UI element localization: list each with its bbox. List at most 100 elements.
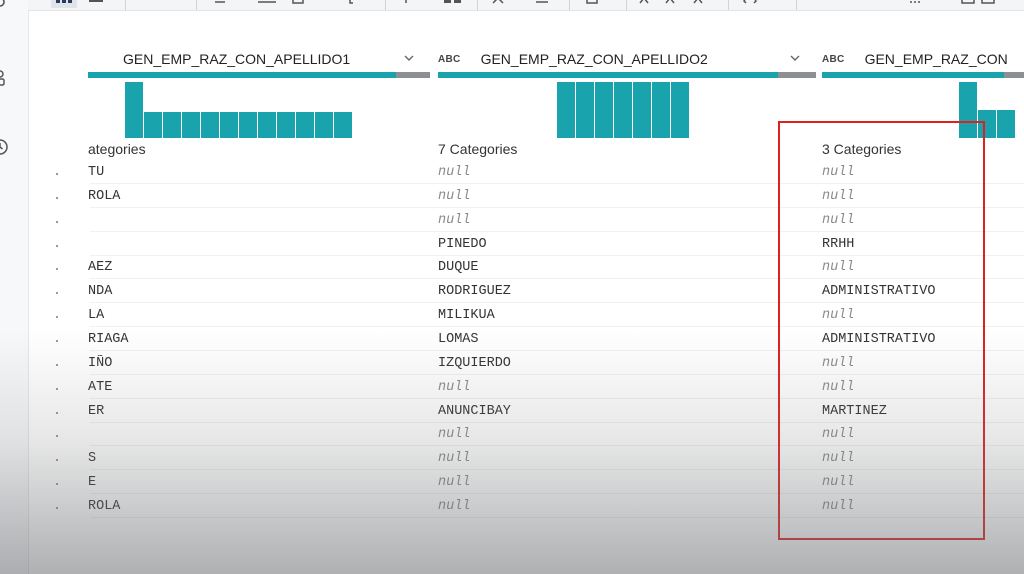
insert-icon[interactable] [398,0,414,8]
table-cell[interactable]: ATE [88,379,420,397]
table-cell[interactable] [88,236,420,254]
share-icon[interactable] [0,70,8,86]
category-histogram[interactable] [124,82,352,138]
export-icon[interactable] [584,0,600,8]
histogram-bar[interactable] [613,82,632,138]
list-view-icon[interactable] [88,0,104,8]
table-row[interactable]: RIAGA LOMAS ADMINISTRATIVO [30,327,1024,351]
history-icon[interactable] [0,139,8,155]
histogram-bar[interactable] [181,112,200,138]
histogram-bar[interactable] [314,112,333,138]
table-cell[interactable]: MILIKUA [438,307,806,325]
table-cell[interactable]: PINEDO [438,236,806,254]
column-header[interactable]: GEN_EMP_RAZ_CON_APELLIDO1 [88,44,430,74]
transform-icon[interactable] [490,0,506,8]
category-histogram[interactable] [958,82,1015,138]
table-cell[interactable] [88,426,420,444]
table-cell[interactable]: null [438,426,806,444]
category-histogram[interactable] [556,82,689,138]
table-row[interactable]: IÑO IZQUIERDO null [30,351,1024,375]
histogram-bar[interactable] [295,112,314,138]
table-cell[interactable]: null [822,188,1014,206]
histogram-bar[interactable] [958,82,977,138]
columns-icon[interactable] [442,0,464,8]
table-row[interactable]: AEZ DUQUE null [30,255,1024,280]
histogram-bar[interactable] [594,82,613,138]
save-icon[interactable] [290,0,306,8]
table-cell[interactable]: DUQUE [438,259,806,277]
table-cell[interactable]: null [822,379,1014,397]
table-cell[interactable]: RRHH [822,236,1014,254]
table-cell[interactable] [88,212,420,230]
histogram-bar[interactable] [575,82,594,138]
histogram-bar[interactable] [238,112,257,138]
table-cell[interactable]: null [438,188,806,206]
histogram-bar[interactable] [162,112,181,138]
histogram-bar[interactable] [333,112,352,138]
filter-icon[interactable] [534,0,550,8]
table-cell[interactable]: NDA [88,283,420,301]
table-cell[interactable]: LOMAS [438,331,806,349]
histogram-bar[interactable] [556,82,575,138]
histogram-bar[interactable] [143,112,162,138]
table-cell[interactable]: null [438,474,806,492]
column-header[interactable]: ABC GEN_EMP_RAZ_CON_APELLIDO2 [438,44,816,74]
code-icon[interactable] [742,0,758,8]
table-cell[interactable]: E [88,474,420,492]
settings-icon[interactable] [0,0,8,10]
table-cell[interactable]: null [822,450,1014,468]
table-row[interactable]: ATE null null [30,375,1024,399]
histogram-bar[interactable] [124,82,143,138]
chevron-down-icon[interactable] [788,51,802,65]
table-row[interactable]: Enull null [30,470,1024,495]
table-cell[interactable]: RODRIGUEZ [438,283,806,301]
table-row[interactable]: ER ANUNCIBAY MARTINEZ [30,399,1024,423]
histogram-bar[interactable] [200,112,219,138]
table-cell[interactable]: null [822,474,1014,492]
table-cell[interactable]: null [822,212,1014,230]
histogram-bar[interactable] [276,112,295,138]
column-header[interactable]: ABC GEN_EMP_RAZ_CON [822,44,1024,74]
table-cell[interactable]: MARTINEZ [822,403,1014,421]
table-cell[interactable]: LA [88,307,420,325]
table-cell[interactable]: ER [88,403,420,421]
histogram-bar[interactable] [996,110,1015,138]
table-cell[interactable]: AEZ [88,259,420,277]
undo-icon[interactable] [212,0,228,8]
table-row[interactable]: LA MILIKUA null [30,303,1024,328]
histogram-bar[interactable] [632,82,651,138]
table-cell[interactable]: null [822,426,1014,444]
bracket-icon[interactable] [344,0,360,8]
table-cell[interactable]: IZQUIERDO [438,355,806,373]
table-row[interactable]: Snull null [30,446,1024,471]
table-cell[interactable]: S [88,450,420,468]
table-cell[interactable]: ROLA [88,498,420,516]
table-row[interactable]: null null [30,422,1024,447]
table-cell[interactable]: ROLA [88,188,420,206]
histogram-bar[interactable] [219,112,238,138]
table-cell[interactable]: IÑO [88,355,420,373]
chevron-down-icon[interactable] [402,51,416,65]
table-cell[interactable]: ADMINISTRATIVO [822,283,1014,301]
table-row[interactable]: null null [30,208,1024,232]
table-cell[interactable]: null [822,164,1014,182]
table-cell[interactable]: null [438,450,806,468]
histogram-bar[interactable] [670,82,689,138]
grid-view-icon[interactable] [51,0,77,8]
table-cell[interactable]: null [822,355,1014,373]
histogram-bar[interactable] [257,112,276,138]
panel-icon[interactable] [958,0,998,8]
redo-icon[interactable] [256,0,278,8]
table-cell[interactable]: null [822,259,1014,277]
table-row[interactable]: NDA RODRIGUEZ ADMINISTRATIVO [30,279,1024,304]
table-cell[interactable]: null [822,498,1014,516]
table-cell[interactable]: ADMINISTRATIVO [822,331,1014,349]
table-cell[interactable]: null [438,212,806,230]
table-row[interactable]: ROLA null null [30,494,1024,518]
table-cell[interactable]: RIAGA [88,331,420,349]
table-cell[interactable]: null [438,164,806,182]
more-icon[interactable] [908,0,924,8]
table-cell[interactable]: TU [88,164,420,182]
table-cell[interactable]: null [822,307,1014,325]
sort-icon[interactable] [638,0,718,8]
